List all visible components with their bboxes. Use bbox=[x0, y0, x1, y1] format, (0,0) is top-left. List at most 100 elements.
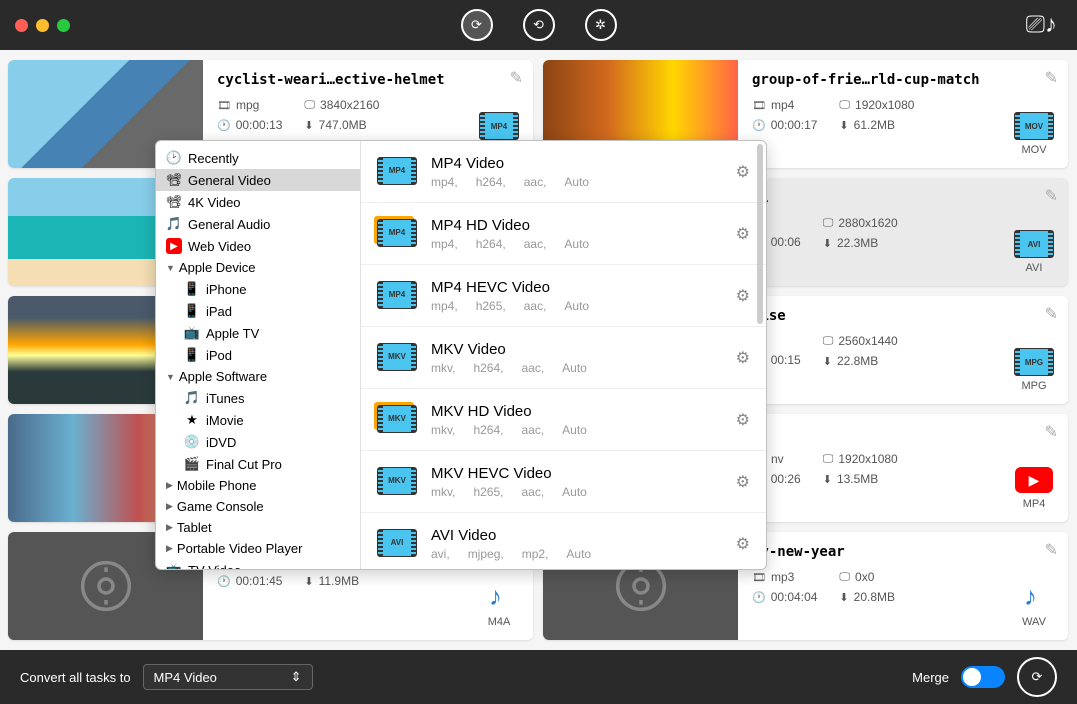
format-name: MP4 HEVC Video bbox=[431, 279, 736, 296]
format-option[interactable]: MP4MP4 HD Videomp4,h264,aac,Auto⚙ bbox=[361, 203, 766, 265]
subcategory-icon: 📱 bbox=[184, 303, 200, 319]
category-general-audio[interactable]: 🎵General Audio bbox=[156, 213, 360, 235]
subcategory-apple-tv[interactable]: 📺Apple TV bbox=[156, 322, 360, 344]
subcategory-imovie[interactable]: ★iMovie bbox=[156, 409, 360, 431]
format-option[interactable]: MKVMKV Videomkv,h264,aac,Auto⚙ bbox=[361, 327, 766, 389]
category-4k-video[interactable]: 📽4K Video bbox=[156, 191, 360, 213]
subcategory-idvd[interactable]: 💿iDVD bbox=[156, 431, 360, 453]
category-icon: 📽 bbox=[166, 172, 182, 188]
maximize-window[interactable] bbox=[57, 19, 70, 32]
format-option[interactable]: MKVMKV HEVC Videomkv,h265,aac,Auto⚙ bbox=[361, 451, 766, 513]
subcategory-ipod[interactable]: 📱 iPod bbox=[156, 344, 360, 366]
edit-icon[interactable]: ✎ bbox=[1045, 304, 1058, 324]
duration-icon: 🕐 bbox=[217, 119, 231, 132]
category-web-video[interactable]: ▶Web Video bbox=[156, 235, 360, 257]
duration-icon: 🕐 bbox=[752, 591, 766, 604]
format-name: MKV HD Video bbox=[431, 403, 736, 420]
media-mode[interactable]: ✲ bbox=[585, 9, 617, 41]
gear-icon[interactable]: ⚙ bbox=[736, 472, 750, 492]
format-option[interactable]: MP4MP4 Videomp4,h264,aac,Auto⚙ bbox=[361, 141, 766, 203]
file-duration: 00:15 bbox=[771, 353, 801, 367]
mode-switcher: ⟳ ⟲ ✲ bbox=[461, 9, 617, 41]
category-label: Apple Device bbox=[179, 260, 256, 275]
subcategory-ipad[interactable]: 📱iPad bbox=[156, 300, 360, 322]
file-size: 22.8MB bbox=[837, 354, 878, 368]
gear-icon[interactable]: ⚙ bbox=[736, 286, 750, 306]
output-format[interactable]: ▶MP4 bbox=[1014, 465, 1054, 510]
size-icon: ⬇ bbox=[839, 119, 848, 132]
gear-icon[interactable]: ⚙ bbox=[736, 162, 750, 182]
file-info: ✎py-new-year🎞mp3🕐00:04:04🖵0x0⬇20.8MBWAV bbox=[738, 532, 1068, 640]
category-tablet[interactable]: Tablet bbox=[156, 517, 360, 538]
start-convert-button[interactable]: ⟳ bbox=[1017, 657, 1057, 697]
output-format[interactable]: MOV MOV bbox=[1014, 111, 1054, 156]
global-format-select[interactable]: MP4 Video ⇕ bbox=[143, 664, 313, 690]
category-icon: ▶ bbox=[166, 238, 182, 254]
category-tv-video[interactable]: 📺TV Video bbox=[156, 559, 360, 569]
category-game-console[interactable]: Game Console bbox=[156, 496, 360, 517]
output-label: MOV bbox=[1014, 144, 1054, 156]
subcategory-iphone[interactable]: 📱iPhone bbox=[156, 278, 360, 300]
minimize-window[interactable] bbox=[36, 19, 49, 32]
file-duration: 00:26 bbox=[771, 472, 801, 486]
category-mobile-phone[interactable]: Mobile Phone bbox=[156, 475, 360, 496]
merge-toggle[interactable] bbox=[961, 666, 1005, 688]
format-icon: 🎞 bbox=[752, 571, 766, 584]
output-label: WAV bbox=[1014, 616, 1054, 628]
category-apple-software[interactable]: Apple Software bbox=[156, 366, 360, 387]
format-details: mkv,h264,aac,Auto bbox=[431, 423, 736, 437]
file-resolution: 0x0 bbox=[855, 570, 874, 584]
format-option[interactable]: AVIAVI Videoavi,mjpeg,mp2,Auto⚙ bbox=[361, 513, 766, 569]
scrollbar[interactable] bbox=[757, 144, 763, 324]
output-format[interactable]: M4A bbox=[479, 583, 519, 628]
edit-icon[interactable]: ✎ bbox=[1045, 540, 1058, 560]
format-option[interactable]: MP4MP4 HEVC Videomp4,h265,aac,Auto⚙ bbox=[361, 265, 766, 327]
subcategory-itunes[interactable]: 🎵iTunes bbox=[156, 387, 360, 409]
subcategory-icon: ★ bbox=[184, 412, 200, 428]
gear-icon[interactable]: ⚙ bbox=[736, 410, 750, 430]
subcategory-icon: 📱 bbox=[184, 347, 200, 363]
video-format-icon: MOV bbox=[1014, 112, 1054, 140]
subcategory-final-cut-pro[interactable]: 🎬Final Cut Pro bbox=[156, 453, 360, 475]
close-window[interactable] bbox=[15, 19, 28, 32]
resolution-icon: 🖵 bbox=[304, 99, 315, 112]
convert-label: Convert all tasks to bbox=[20, 670, 131, 685]
convert-mode[interactable]: ⟳ bbox=[461, 9, 493, 41]
category-portable-video-player[interactable]: Portable Video Player bbox=[156, 538, 360, 559]
output-format[interactable]: WAV bbox=[1014, 583, 1054, 628]
size-icon: ⬇ bbox=[823, 473, 832, 486]
gear-icon[interactable]: ⚙ bbox=[736, 534, 750, 554]
edit-icon[interactable]: ✎ bbox=[1045, 422, 1058, 442]
category-general-video[interactable]: 📽General Video bbox=[156, 169, 360, 191]
format-icon: MP4 bbox=[377, 219, 417, 249]
subcategory-label: iTunes bbox=[206, 391, 245, 406]
format-details: mp4,h265,aac,Auto bbox=[431, 299, 736, 313]
output-label: AVI bbox=[1014, 262, 1054, 274]
playlist-icon[interactable]: ⎚♪ bbox=[1026, 11, 1057, 39]
file-size: 13.5MB bbox=[837, 472, 878, 486]
category-apple-device[interactable]: Apple Device bbox=[156, 257, 360, 278]
format-name: MP4 Video bbox=[431, 155, 736, 172]
category-icon: 📺 bbox=[166, 562, 182, 569]
format-option[interactable]: MKV MKV HD Video mkv,h264,aac,Auto⚙ bbox=[361, 389, 766, 451]
format-icon: MP4 bbox=[377, 157, 417, 187]
size-icon: ⬇ bbox=[304, 119, 313, 132]
format-name: AVI Video bbox=[431, 527, 736, 544]
subcategory-label: iPod bbox=[206, 348, 232, 363]
output-format[interactable]: MPGMPG bbox=[1014, 347, 1054, 392]
size-icon: ⬇ bbox=[839, 591, 848, 604]
gear-icon[interactable]: ⚙ bbox=[736, 224, 750, 244]
gear-icon[interactable]: ⚙ bbox=[736, 348, 750, 368]
download-mode[interactable]: ⟲ bbox=[523, 9, 555, 41]
file-format: mpg bbox=[236, 98, 259, 112]
format-name: MKV HEVC Video bbox=[431, 465, 736, 482]
edit-icon[interactable]: ✎ bbox=[1045, 186, 1058, 206]
category-recently[interactable]: 🕑Recently bbox=[156, 147, 360, 169]
format-icon: MKV bbox=[377, 405, 417, 435]
category-sidebar: 🕑Recently📽General Video📽4K Video🎵General… bbox=[156, 141, 361, 569]
file-resolution: 1920x1080 bbox=[838, 452, 897, 466]
audio-format-icon bbox=[1016, 583, 1052, 613]
edit-icon[interactable]: ✎ bbox=[510, 68, 523, 88]
edit-icon[interactable]: ✎ bbox=[1045, 68, 1058, 88]
output-format[interactable]: AVIAVI bbox=[1014, 229, 1054, 274]
